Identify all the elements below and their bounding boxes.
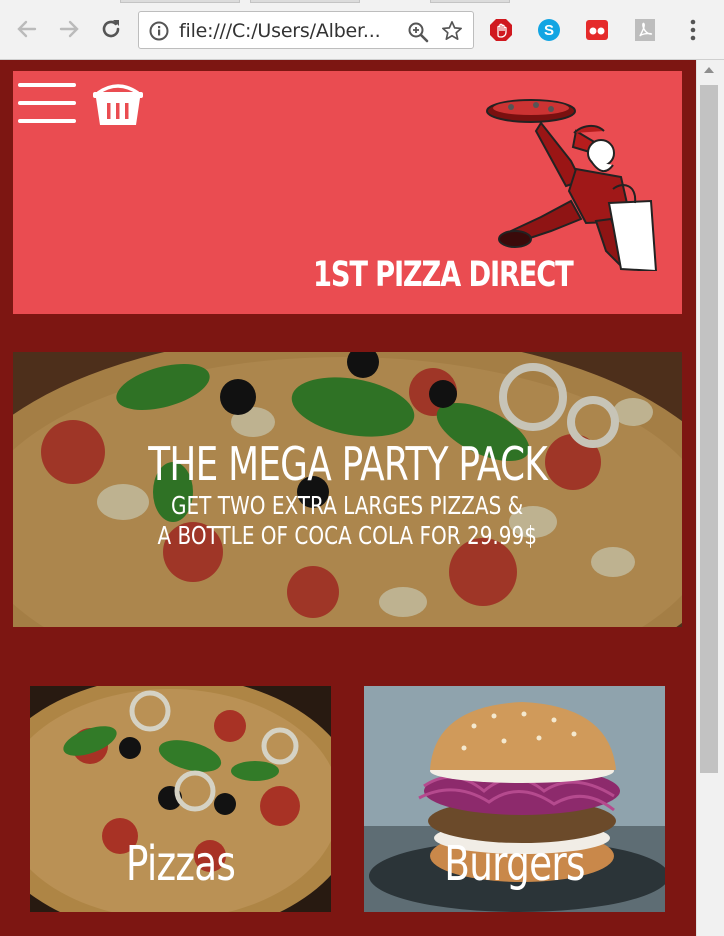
url-text[interactable]: file:///C:/Users/Alber... bbox=[179, 20, 381, 42]
site-brand-title[interactable]: 1ST PIZZA DIRECT bbox=[313, 255, 574, 295]
svg-text:S: S bbox=[544, 22, 554, 39]
tab[interactable] bbox=[120, 0, 240, 3]
promo-headline: THE MEGA PARTY PACK bbox=[148, 436, 548, 491]
page-viewport: 1ST PIZZA DIRECT THE MEGA PARTY PACK GET… bbox=[0, 60, 696, 936]
menu-button[interactable] bbox=[680, 17, 706, 43]
reload-icon bbox=[102, 20, 120, 38]
shopping-basket-icon[interactable] bbox=[90, 79, 146, 129]
back-button[interactable] bbox=[14, 16, 40, 42]
info-icon[interactable] bbox=[149, 21, 169, 41]
kebab-menu-icon bbox=[690, 19, 696, 41]
forward-arrow-icon bbox=[59, 20, 79, 38]
category-card-burgers[interactable]: Burgers bbox=[364, 686, 665, 912]
zoom-icon[interactable] bbox=[407, 21, 429, 43]
promo-banner[interactable]: THE MEGA PARTY PACK GET TWO EXTRA LARGES… bbox=[13, 352, 682, 627]
category-card-pizzas[interactable]: Pizzas bbox=[30, 686, 331, 912]
bookmark-star-icon[interactable] bbox=[441, 20, 463, 42]
tab[interactable] bbox=[430, 0, 510, 3]
pdf-extension[interactable] bbox=[632, 17, 658, 43]
promo-subline-1: GET TWO EXTRA LARGES PIZZAS & bbox=[171, 490, 524, 520]
tab[interactable] bbox=[250, 0, 360, 3]
forward-button[interactable] bbox=[56, 16, 82, 42]
skype-icon: S bbox=[538, 19, 560, 41]
promo-subline-2: A BOTTLE OF COCA COLA FOR 29.99$ bbox=[157, 520, 538, 550]
address-bar[interactable]: file:///C:/Users/Alber... bbox=[138, 11, 474, 49]
adblock-extension[interactable] bbox=[488, 17, 514, 43]
skype-extension[interactable]: S bbox=[536, 17, 562, 43]
scroll-up-arrow-icon[interactable] bbox=[704, 67, 714, 73]
vertical-scrollbar[interactable] bbox=[696, 60, 724, 936]
adblock-icon bbox=[490, 19, 512, 41]
pizza-delivery-mascot-icon bbox=[486, 99, 658, 271]
scrollbar-thumb[interactable] bbox=[700, 85, 718, 773]
tab-icon bbox=[586, 20, 608, 40]
category-label-pizzas[interactable]: Pizzas bbox=[63, 836, 298, 892]
back-arrow-icon bbox=[17, 20, 37, 38]
browser-toolbar: file:///C:/Users/Alber... S bbox=[0, 0, 724, 60]
tab-extension[interactable] bbox=[584, 17, 610, 43]
pdf-icon bbox=[635, 19, 655, 41]
hamburger-menu-icon[interactable] bbox=[18, 83, 76, 125]
tab-strip bbox=[0, 0, 724, 4]
reload-button[interactable] bbox=[98, 16, 124, 42]
promo-text: THE MEGA PARTY PACK GET TWO EXTRA LARGES… bbox=[13, 352, 682, 627]
category-label-burgers[interactable]: Burgers bbox=[397, 836, 632, 892]
header-banner: 1ST PIZZA DIRECT bbox=[13, 71, 682, 314]
